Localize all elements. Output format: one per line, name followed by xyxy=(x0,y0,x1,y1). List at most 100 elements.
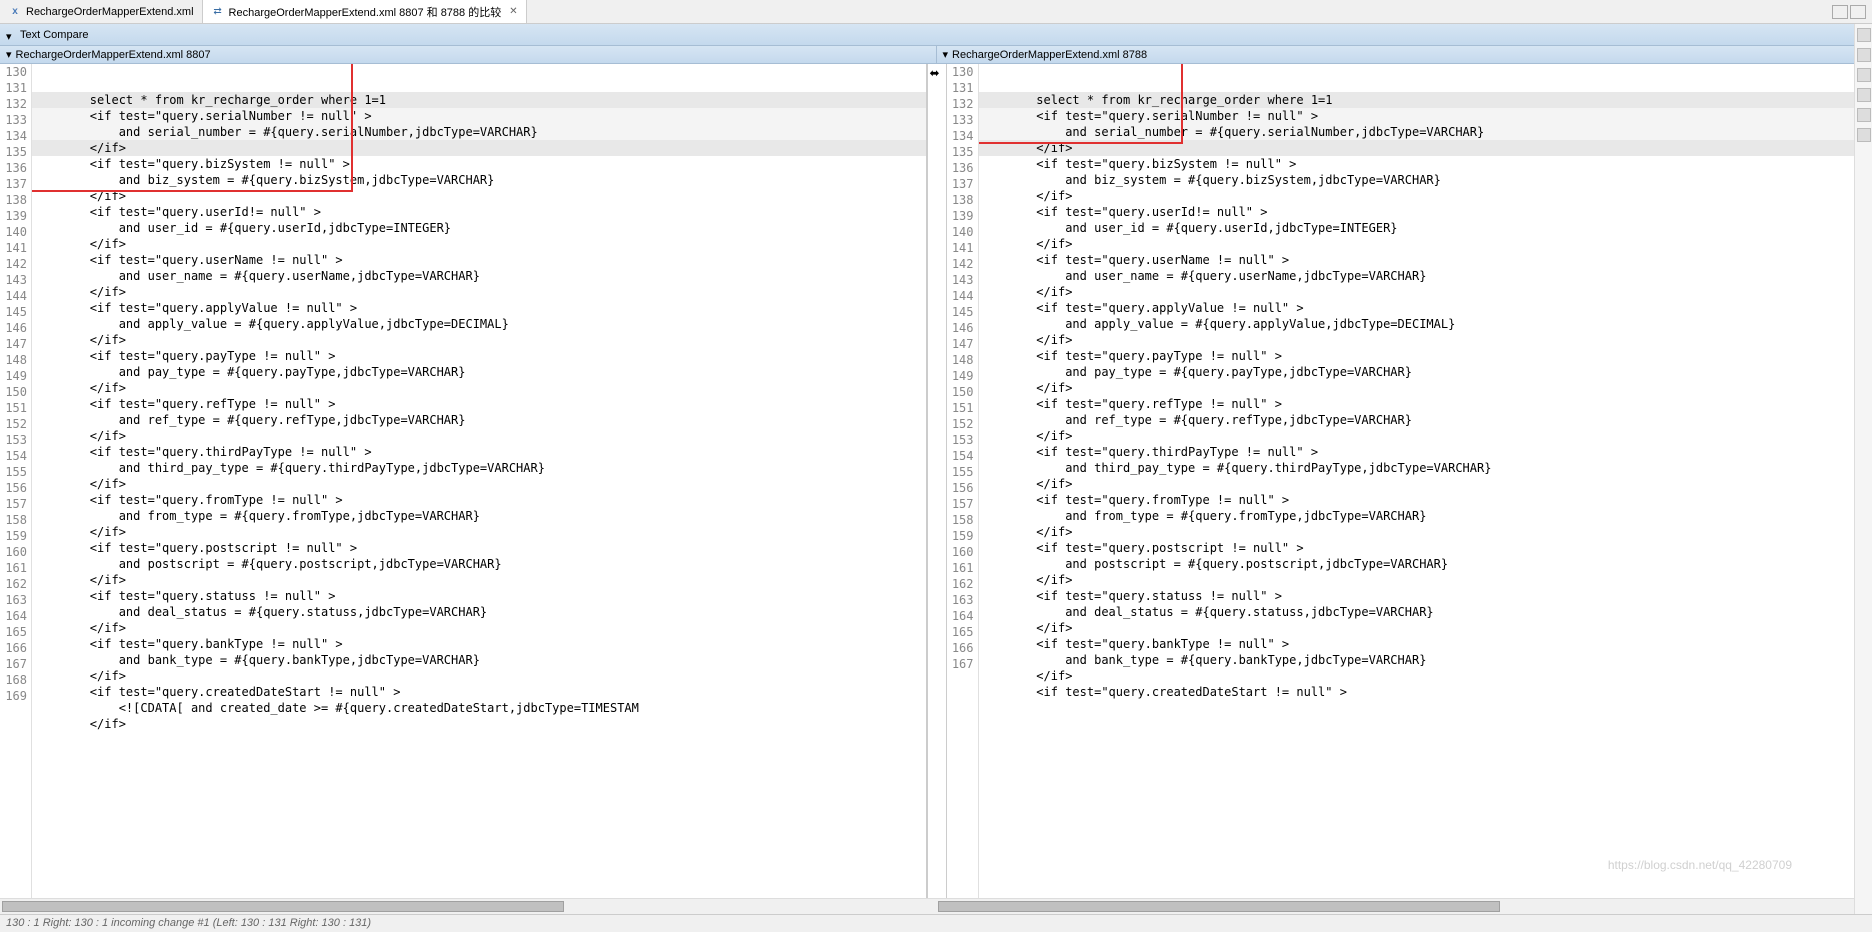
code-line[interactable]: </if> xyxy=(32,332,926,348)
code-line[interactable]: <if test="query.payType != null" > xyxy=(979,348,1857,364)
code-line[interactable]: </if> xyxy=(979,620,1857,636)
code-line[interactable]: <if test="query.statuss != null" > xyxy=(979,588,1857,604)
code-line[interactable]: <if test="query.thirdPayType != null" > xyxy=(979,444,1857,460)
code-line[interactable]: <if test="query.thirdPayType != null" > xyxy=(32,444,926,460)
toolbar-btn[interactable] xyxy=(1688,27,1704,43)
code-line[interactable]: <if test="query.statuss != null" > xyxy=(32,588,926,604)
sidebar-icon[interactable] xyxy=(1857,108,1871,122)
scrollbar-thumb[interactable] xyxy=(2,901,564,912)
code-line[interactable]: and biz_system = #{query.bizSystem,jdbcT… xyxy=(32,172,926,188)
toolbar-btn[interactable] xyxy=(1706,27,1722,43)
code-line[interactable]: and apply_value = #{query.applyValue,jdb… xyxy=(32,316,926,332)
code-line[interactable]: </if> xyxy=(979,140,1857,156)
code-line[interactable]: </if> xyxy=(32,620,926,636)
code-line[interactable]: and ref_type = #{query.refType,jdbcType=… xyxy=(979,412,1857,428)
code-line[interactable]: </if> xyxy=(979,668,1857,684)
code-line[interactable]: </if> xyxy=(979,284,1857,300)
code-line[interactable]: and serial_number = #{query.serialNumber… xyxy=(979,124,1857,140)
minimize-button[interactable] xyxy=(1832,5,1848,19)
toolbar-btn[interactable] xyxy=(1814,27,1830,43)
link-icon[interactable]: ⬌ xyxy=(930,66,944,80)
toolbar-btn[interactable] xyxy=(1778,27,1794,43)
code-line[interactable]: </if> xyxy=(32,476,926,492)
code-line[interactable]: and from_type = #{query.fromType,jdbcTyp… xyxy=(32,508,926,524)
code-line[interactable]: select * from kr_recharge_order where 1=… xyxy=(32,92,926,108)
code-line[interactable]: and ref_type = #{query.refType,jdbcType=… xyxy=(32,412,926,428)
close-icon[interactable]: ✕ xyxy=(509,6,517,17)
code-line[interactable]: and user_id = #{query.userId,jdbcType=IN… xyxy=(32,220,926,236)
code-line[interactable]: </if> xyxy=(32,380,926,396)
code-line[interactable]: <if test="query.fromType != null" > xyxy=(979,492,1857,508)
code-line[interactable]: </if> xyxy=(32,428,926,444)
toolbar-btn[interactable] xyxy=(1796,27,1812,43)
code-line[interactable]: <if test="query.payType != null" > xyxy=(32,348,926,364)
code-line[interactable]: <if test="query.bankType != null" > xyxy=(32,636,926,652)
code-line[interactable]: <if test="query.userName != null" > xyxy=(979,252,1857,268)
code-line[interactable]: and user_id = #{query.userId,jdbcType=IN… xyxy=(979,220,1857,236)
code-line[interactable]: and from_type = #{query.fromType,jdbcTyp… xyxy=(979,508,1857,524)
sidebar-icon[interactable] xyxy=(1857,88,1871,102)
code-line[interactable]: </if> xyxy=(979,476,1857,492)
code-line[interactable]: <if test="query.postscript != null" > xyxy=(979,540,1857,556)
code-line[interactable]: and user_name = #{query.userName,jdbcTyp… xyxy=(979,268,1857,284)
code-line[interactable]: </if> xyxy=(32,524,926,540)
code-line[interactable]: <if test="query.fromType != null" > xyxy=(32,492,926,508)
maximize-button[interactable] xyxy=(1850,5,1866,19)
code-line[interactable]: </if> xyxy=(979,236,1857,252)
code-line[interactable]: <if test="query.bankType != null" > xyxy=(979,636,1857,652)
code-line[interactable]: and postscript = #{query.postscript,jdbc… xyxy=(32,556,926,572)
left-code[interactable]: select * from kr_recharge_order where 1=… xyxy=(32,64,926,914)
toolbar-btn[interactable] xyxy=(1760,27,1776,43)
toolbar-btn[interactable] xyxy=(1742,27,1758,43)
code-line[interactable]: </if> xyxy=(32,140,926,156)
toolbar-btn[interactable] xyxy=(1832,27,1848,43)
code-line[interactable]: <if test="query.userId!= null" > xyxy=(32,204,926,220)
code-line[interactable]: <if test="query.postscript != null" > xyxy=(32,540,926,556)
right-h-scrollbar[interactable] xyxy=(936,899,1872,914)
code-line[interactable]: and pay_type = #{query.payType,jdbcType=… xyxy=(979,364,1857,380)
code-line[interactable]: <if test="query.applyValue != null" > xyxy=(32,300,926,316)
sidebar-icon[interactable] xyxy=(1857,68,1871,82)
code-line[interactable]: and bank_type = #{query.bankType,jdbcTyp… xyxy=(32,652,926,668)
scrollbar-thumb[interactable] xyxy=(938,901,1500,912)
code-line[interactable]: </if> xyxy=(979,572,1857,588)
code-line[interactable]: and apply_value = #{query.applyValue,jdb… xyxy=(979,316,1857,332)
dropdown-icon[interactable]: ▾ xyxy=(6,30,16,40)
code-line[interactable]: <if test="query.refType != null" > xyxy=(32,396,926,412)
code-line[interactable]: </if> xyxy=(979,380,1857,396)
code-line[interactable]: </if> xyxy=(32,236,926,252)
code-line[interactable]: and deal_status = #{query.statuss,jdbcTy… xyxy=(979,604,1857,620)
code-line[interactable]: and pay_type = #{query.payType,jdbcType=… xyxy=(32,364,926,380)
sidebar-icon[interactable] xyxy=(1857,48,1871,62)
code-line[interactable]: </if> xyxy=(32,284,926,300)
right-code[interactable]: select * from kr_recharge_order where 1=… xyxy=(979,64,1857,914)
tab-compare[interactable]: ⇄ RechargeOrderMapperExtend.xml 8807 和 8… xyxy=(203,0,527,23)
left-h-scrollbar[interactable] xyxy=(0,899,936,914)
code-line[interactable]: <if test="query.createdDateStart != null… xyxy=(979,684,1857,700)
code-line[interactable]: </if> xyxy=(979,332,1857,348)
sidebar-icon[interactable] xyxy=(1857,128,1871,142)
code-line[interactable]: </if> xyxy=(979,188,1857,204)
code-line[interactable]: <if test="query.applyValue != null" > xyxy=(979,300,1857,316)
code-line[interactable]: </if> xyxy=(979,524,1857,540)
tab-file[interactable]: x RechargeOrderMapperExtend.xml xyxy=(0,0,203,23)
code-line[interactable]: and deal_status = #{query.statuss,jdbcTy… xyxy=(32,604,926,620)
sidebar-icon[interactable] xyxy=(1857,28,1871,42)
code-line[interactable]: <if test="query.userId!= null" > xyxy=(979,204,1857,220)
code-line[interactable]: <if test="query.serialNumber != null" > xyxy=(32,108,926,124)
code-line[interactable]: and third_pay_type = #{query.thirdPayTyp… xyxy=(979,460,1857,476)
dropdown-icon[interactable]: ▾ xyxy=(943,48,949,61)
code-line[interactable]: </if> xyxy=(979,428,1857,444)
code-line[interactable]: and postscript = #{query.postscript,jdbc… xyxy=(979,556,1857,572)
code-line[interactable]: and biz_system = #{query.bizSystem,jdbcT… xyxy=(979,172,1857,188)
code-line[interactable]: <![CDATA[ and created_date >= #{query.cr… xyxy=(32,700,926,716)
code-line[interactable]: <if test="query.serialNumber != null" > xyxy=(979,108,1857,124)
code-line[interactable]: and third_pay_type = #{query.thirdPayTyp… xyxy=(32,460,926,476)
code-line[interactable]: <if test="query.createdDateStart != null… xyxy=(32,684,926,700)
code-line[interactable]: and bank_type = #{query.bankType,jdbcTyp… xyxy=(979,652,1857,668)
code-line[interactable]: </if> xyxy=(32,716,926,732)
toolbar-btn[interactable] xyxy=(1724,27,1740,43)
code-line[interactable]: and serial_number = #{query.serialNumber… xyxy=(32,124,926,140)
code-line[interactable]: <if test="query.userName != null" > xyxy=(32,252,926,268)
code-line[interactable]: <if test="query.bizSystem != null" > xyxy=(32,156,926,172)
